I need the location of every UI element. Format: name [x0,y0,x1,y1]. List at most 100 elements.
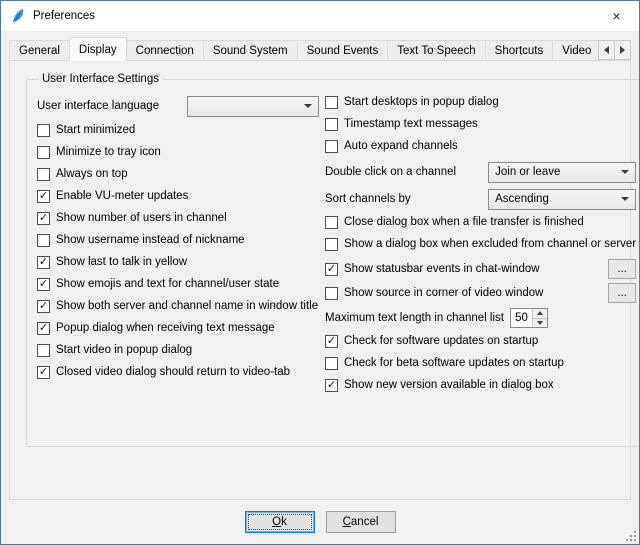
tab-scroll-left-button[interactable] [598,40,615,60]
preferences-window: Preferences × GeneralDisplayConnectionSo… [0,0,640,545]
dropdown-value: Ascending [495,193,549,205]
checkbox-unchecked[interactable] [325,238,338,251]
checkbox-unchecked[interactable] [325,118,338,131]
checkbox-label: Popup dialog when receiving text message [56,322,275,334]
user-interface-settings-group: User Interface Settings User interface l… [26,73,640,447]
checkbox-label: Show source in corner of video window [344,287,543,299]
checkbox-unchecked[interactable] [325,357,338,370]
checkbox-row: Timestamp text messages [325,117,636,131]
checkbox-row: ✓ Show new version available in dialog bo… [325,378,636,392]
checkbox-row: Close dialog box when a file transfer is… [325,215,636,229]
dropdown-select[interactable]: Join or leave [488,162,636,183]
triangle-down-icon [537,321,543,325]
checkbox-label: Start desktops in popup dialog [344,96,499,108]
checkbox-unchecked[interactable] [325,96,338,109]
checkbox-unchecked[interactable] [325,287,338,300]
checkbox-checked[interactable]: ✓ [37,278,50,291]
checkbox-checked[interactable]: ✓ [325,379,338,392]
checkbox-unchecked[interactable] [325,216,338,229]
checkbox-row: ✓Show both server and channel name in wi… [37,299,319,313]
chevron-down-icon [621,197,629,201]
checkbox-label: Check for software updates on startup [344,335,538,347]
checkbox-row: ✓Show last to talk in yellow [37,255,319,269]
tab-sound-system[interactable]: Sound System [203,40,298,61]
tab-sound-events[interactable]: Sound Events [297,40,389,61]
checkbox-checked[interactable]: ✓ [37,256,50,269]
triangle-up-icon [537,311,543,315]
combo-row: Double click on a channel Join or leave [325,161,636,183]
checkbox-row: ✓ Enable VU-meter updates [37,189,319,203]
checkbox-unchecked[interactable] [37,234,50,247]
cancel-button[interactable]: Cancel [326,511,396,533]
checkbox-row: Start desktops in popup dialog [325,95,636,109]
checkbox-row: Show username instead of nickname [37,233,319,247]
spinner-up-button[interactable] [533,309,547,318]
left-checkbox-list: Start minimized Minimize to tray icon Alwa… [37,123,319,379]
checkbox-label: Show new version available in dialog box [344,379,554,391]
spinner-down-button[interactable] [533,318,547,328]
checkbox-checked[interactable]: ✓ [37,190,50,203]
spinner-value: 50 [511,309,532,327]
checkbox-checked[interactable]: ✓ [37,212,50,225]
combo-row: Sort channels byAscending [325,188,636,210]
checkbox-row: Auto expand channels [325,139,636,153]
checkbox-row: Always on top [37,167,319,181]
settings-columns: User interface language Start minimized M… [37,95,636,400]
tab-text-to-speech[interactable]: Text To Speech [387,40,485,61]
tab-video[interactable]: Video [552,40,598,61]
checkbox-checked[interactable]: ✓ [37,366,50,379]
checkbox-row: Show a dialog box when excluded from cha… [325,237,636,251]
right-column: Start desktops in popup dialog Timestamp … [319,95,636,400]
ok-button[interactable]: Ok [245,511,315,533]
tab-scroll-right-button[interactable] [614,40,631,60]
language-select[interactable] [187,96,319,117]
number-spinner[interactable]: 50 [510,308,548,328]
checkbox-label: Close dialog box when a file transfer is… [344,216,584,228]
checkbox-label: Start minimized [56,124,135,136]
checkbox-label: Show statusbar events in chat-window [344,263,540,275]
spinner-row: Maximum text length in channel list 50 [325,307,636,329]
tab-shortcuts[interactable]: Shortcuts [485,40,554,61]
dialog-buttons: Ok Cancel [1,511,639,533]
checkbox-label: Enable VU-meter updates [56,190,188,202]
ellipsis-button[interactable]: ... [608,283,636,303]
checkbox-checked[interactable]: ✓ [37,322,50,335]
chevron-down-icon [621,170,629,174]
display-tab-page: User Interface Settings User interface l… [9,60,631,500]
close-button[interactable]: × [594,1,639,30]
tab-display[interactable]: Display [69,37,127,61]
close-icon: × [612,8,620,24]
checkbox-row: ✓ Popup dialog when receiving text messag… [37,321,319,335]
checkbox-row: Start minimized [37,123,319,137]
checkbox-unchecked[interactable] [37,344,50,357]
dropdown-value: Join or leave [495,166,560,178]
tab-strip: GeneralDisplayConnectionSound SystemSoun… [9,37,598,61]
tab-bar: GeneralDisplayConnectionSound SystemSoun… [9,37,631,61]
checkbox-label: Show number of users in channel [56,212,227,224]
title-bar: Preferences × [1,1,639,31]
checkbox-unchecked[interactable] [37,146,50,159]
checkbox-unchecked[interactable] [37,168,50,181]
checkbox-checked[interactable]: ✓ [325,335,338,348]
checkbox-row: ✓Show emojis and text for channel/user s… [37,277,319,291]
arrow-right-icon [620,46,625,54]
app-icon [10,8,26,24]
tab-connection[interactable]: Connection [126,40,204,61]
checkbox-label: Timestamp text messages [344,118,478,130]
checkbox-row: Minimize to tray icon [37,145,319,159]
tab-general[interactable]: General [9,40,70,61]
checkbox-label: Always on top [56,168,128,180]
language-label: User interface language [37,100,159,112]
ellipsis-button[interactable]: ... [608,259,636,279]
dropdown-select[interactable]: Ascending [488,189,636,210]
checkbox-label: Start video in popup dialog [56,344,192,356]
checkbox-row: ✓ Show number of users in channel [37,211,319,225]
checkbox-unchecked[interactable] [325,140,338,153]
spinner-label: Maximum text length in channel list [325,312,504,324]
checkbox-row: Show source in corner of video window... [325,283,636,303]
combo-label: Double click on a channel [325,166,456,178]
checkbox-unchecked[interactable] [37,124,50,137]
resize-grip[interactable] [624,529,637,542]
checkbox-checked[interactable]: ✓ [325,263,338,276]
checkbox-checked[interactable]: ✓ [37,300,50,313]
